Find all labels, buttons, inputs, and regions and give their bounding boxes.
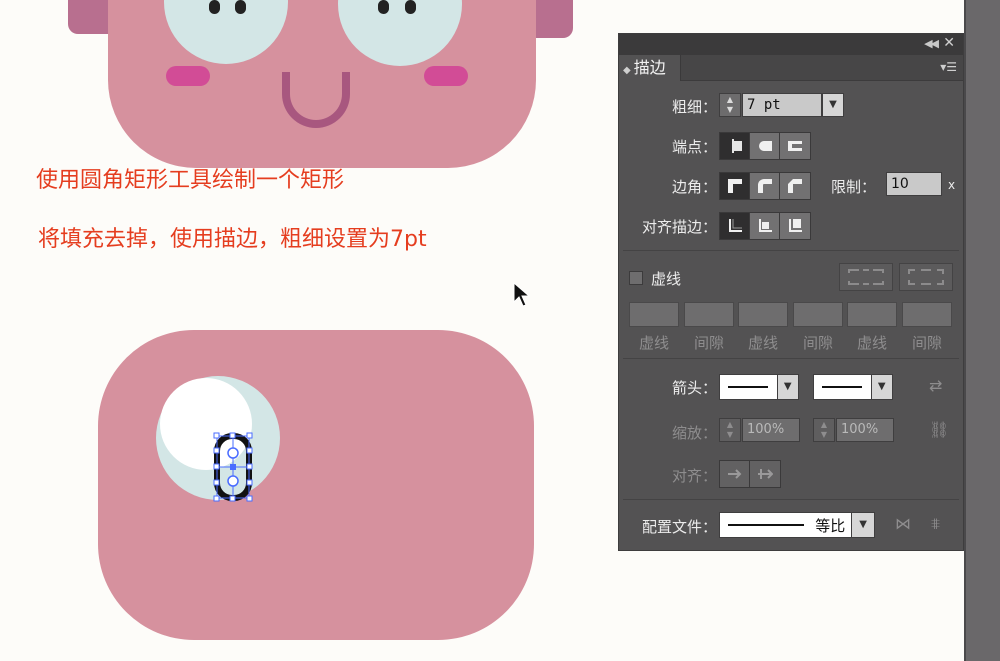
- arrowheads-label: 箭头：: [671, 379, 717, 397]
- align-center-icon[interactable]: [720, 213, 750, 239]
- end-scale-input[interactable]: 100%: [836, 418, 894, 442]
- miter-limit-suffix: x: [948, 178, 956, 192]
- canvas-artboard[interactable]: 使用圆角矩形工具绘制一个矩形 将填充去掉，使用描边，粗细设置为7pt ◀◀ ✕ …: [0, 0, 1000, 661]
- close-icon[interactable]: ✕: [943, 35, 955, 51]
- end-scale-spinner[interactable]: ▲ ▼: [813, 418, 835, 442]
- chevron-down-icon[interactable]: ▼: [870, 375, 892, 399]
- end-arrowhead-select[interactable]: ▼: [813, 374, 893, 400]
- align-inside-icon[interactable]: [750, 213, 780, 239]
- start-scale-spinner[interactable]: ▲ ▼: [719, 418, 741, 442]
- tab-stroke[interactable]: ◆ 描边: [619, 55, 681, 81]
- dash-preserve-icon[interactable]: [839, 263, 893, 291]
- chevron-down-icon[interactable]: ▼: [776, 375, 798, 399]
- collapse-icon[interactable]: ◀◀: [924, 37, 939, 50]
- dash-2-input[interactable]: [738, 302, 788, 327]
- separator: [623, 250, 959, 251]
- flip-along-icon[interactable]: ⋈: [895, 514, 911, 533]
- miter-join-icon[interactable]: [720, 173, 750, 199]
- scale-label: 缩放：: [671, 424, 717, 442]
- weight-dropdown-button[interactable]: ▼: [822, 93, 844, 117]
- right-dock-strip: [964, 0, 1000, 661]
- gap-label: 间隙: [911, 334, 942, 352]
- link-scale-icon[interactable]: ⛓: [929, 420, 949, 439]
- dash-1-input[interactable]: [629, 302, 679, 327]
- round-join-icon[interactable]: [750, 173, 780, 199]
- profile-label: 配置文件：: [641, 518, 717, 536]
- start-scale-input[interactable]: 100%: [742, 418, 800, 442]
- corner-button-group: [719, 172, 811, 200]
- pupil: [378, 0, 389, 14]
- profile-select[interactable]: 等比 ▼: [719, 512, 875, 538]
- stroke-panel: ◀◀ ✕ ◆ 描边 ▾☰ 粗细： ▲ ▼ 7 pt ▼ 端点： 边角： 限制： …: [618, 33, 964, 551]
- arrow-place-icon[interactable]: [750, 461, 780, 487]
- cap-label: 端点：: [671, 138, 717, 156]
- pupil: [405, 0, 416, 14]
- miter-limit-label: 限制：: [831, 178, 877, 196]
- arrow-align-label: 对齐：: [671, 467, 717, 485]
- miter-limit-input[interactable]: 10: [886, 172, 942, 196]
- dash-3-input[interactable]: [847, 302, 897, 327]
- monster-cheek-left: [166, 66, 210, 86]
- arrowhead-preview: [720, 375, 777, 399]
- panel-tab-bar: ◆ 描边 ▾☰: [619, 55, 963, 81]
- weight-input[interactable]: 7 pt: [742, 93, 822, 117]
- gap-2-input[interactable]: [793, 302, 843, 327]
- swap-arrowheads-icon[interactable]: ⇄: [929, 376, 942, 395]
- dashed-line-label: 虚线: [651, 270, 682, 288]
- corner-label: 边角：: [671, 178, 717, 196]
- arrow-extend-icon[interactable]: [720, 461, 750, 487]
- separator: [623, 499, 959, 500]
- instruction-text: 将填充去掉，使用描边，粗细设置为7pt: [38, 227, 427, 252]
- weight-spinner[interactable]: ▲ ▼: [719, 93, 741, 117]
- panel-menu-icon[interactable]: ▾☰: [940, 60, 957, 74]
- pupil: [235, 0, 246, 14]
- round-cap-icon[interactable]: [750, 133, 780, 159]
- flip-across-icon[interactable]: ⩨: [931, 514, 940, 534]
- pupil: [209, 0, 220, 14]
- monster-face-bottom[interactable]: [98, 330, 534, 640]
- instruction-text: 使用圆角矩形工具绘制一个矩形: [36, 168, 345, 193]
- butt-cap-icon[interactable]: [720, 133, 750, 159]
- profile-value: 等比: [815, 517, 846, 535]
- projecting-cap-icon[interactable]: [780, 133, 810, 159]
- gap-label: 间隙: [802, 334, 833, 352]
- arrowhead-preview: [814, 375, 871, 399]
- tab-toggle-icon[interactable]: ◆: [623, 65, 631, 76]
- arrow-align-button-group: [719, 460, 781, 488]
- dash-label: 虚线: [747, 334, 778, 352]
- bevel-join-icon[interactable]: [780, 173, 810, 199]
- mouse-cursor-icon: [513, 282, 531, 307]
- panel-title-bar[interactable]: ◀◀ ✕: [619, 34, 963, 55]
- weight-label: 粗细：: [671, 98, 717, 116]
- dash-label: 虚线: [638, 334, 669, 352]
- align-stroke-button-group: [719, 212, 811, 240]
- profile-preview: 等比: [720, 513, 852, 537]
- gap-label: 间隙: [693, 334, 724, 352]
- dash-label: 虚线: [856, 334, 887, 352]
- cap-button-group: [719, 132, 811, 160]
- dash-align-corners-icon[interactable]: [899, 263, 953, 291]
- separator: [623, 358, 959, 359]
- start-arrowhead-select[interactable]: ▼: [719, 374, 799, 400]
- monster-cheek-right: [424, 66, 468, 86]
- align-outside-icon[interactable]: [780, 213, 810, 239]
- chevron-down-icon[interactable]: ▼: [851, 513, 874, 537]
- gap-1-input[interactable]: [684, 302, 734, 327]
- dashed-line-checkbox[interactable]: [629, 271, 643, 285]
- selected-rounded-rect[interactable]: [212, 432, 254, 502]
- align-stroke-label: 对齐描边：: [641, 218, 717, 236]
- gap-3-input[interactable]: [902, 302, 952, 327]
